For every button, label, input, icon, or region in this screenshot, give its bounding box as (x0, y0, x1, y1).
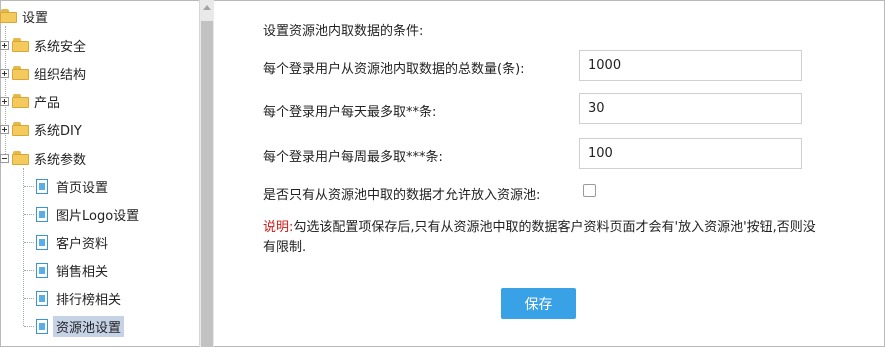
tree-connector (24, 270, 34, 271)
tree-connector (23, 168, 24, 326)
tree-connector (24, 326, 34, 327)
form-title: 设置资源池内取数据的条件: (263, 24, 424, 39)
expand-plus-icon[interactable] (0, 124, 9, 134)
tree-leaf[interactable]: 客户资料 (36, 230, 108, 254)
tree-node-folder[interactable]: 系统DIY (0, 117, 82, 141)
tree-node-folder-expanded[interactable]: 系统参数 (0, 146, 86, 170)
scroll-up-arrow-icon[interactable] (203, 5, 211, 10)
daily-max-label: 每个登录用户每天最多取**条: (263, 105, 437, 120)
tree-leaf-label: 销售相关 (56, 264, 109, 280)
settings-tree: 设置 系统安全 组织结构 产品 系统DIY 系统参数 首页设置 图片Logo设置… (0, 0, 199, 347)
tree-node-label: 设置 (22, 10, 49, 26)
folder-icon (12, 66, 30, 80)
tree-scrollbar[interactable] (199, 0, 214, 347)
folder-icon (12, 94, 30, 108)
page-icon (36, 318, 48, 334)
folder-icon (12, 38, 30, 52)
page-icon (36, 206, 48, 222)
expand-plus-icon[interactable] (0, 40, 9, 50)
only-from-pool-label: 是否只有从资源池中取的数据才允许放入资源池: (263, 188, 541, 203)
tree-connector (24, 186, 34, 187)
folder-icon (12, 122, 30, 136)
save-button[interactable]: 保存 (501, 288, 576, 319)
tree-leaf-label: 图片Logo设置 (56, 208, 140, 224)
tree-connector (24, 214, 34, 215)
weekly-max-label: 每个登录用户每周最多取***条: (263, 150, 443, 165)
note-body: 勾选该配置项保存后,只有从资源池中取的数据客户资料页面才会有'放入资源池'按钮,… (263, 220, 816, 255)
note-text: 说明:勾选该配置项保存后,只有从资源池中取的数据客户资料页面才会有'放入资源池'… (263, 218, 823, 258)
tree-node-label: 组织结构 (34, 67, 87, 83)
collapse-minus-icon[interactable] (0, 153, 9, 163)
total-quantity-input[interactable] (579, 50, 802, 81)
tree-node-folder[interactable]: 产品 (0, 89, 60, 113)
resource-pool-settings-form: 设置资源池内取数据的条件: 每个登录用户从资源池内取数据的总数量(条): 每个登… (213, 0, 884, 347)
page-icon (36, 178, 48, 194)
tree-leaf[interactable]: 销售相关 (36, 258, 108, 282)
expand-plus-icon[interactable] (0, 68, 9, 78)
expand-plus-icon[interactable] (0, 96, 9, 106)
tree-leaf[interactable]: 图片Logo设置 (36, 202, 139, 226)
tree-node-folder[interactable]: 系统安全 (0, 33, 86, 57)
tree-node-label: 系统参数 (34, 152, 87, 168)
tree-leaf[interactable]: 首页设置 (36, 174, 108, 198)
tree-node-label: 系统DIY (34, 123, 82, 139)
tree-node-label: 系统安全 (34, 39, 87, 55)
tree-leaf-label: 资源池设置 (53, 315, 125, 337)
page-icon (36, 290, 48, 306)
tree-connector (24, 242, 34, 243)
total-quantity-label: 每个登录用户从资源池内取数据的总数量(条): (263, 62, 525, 77)
tree-leaf[interactable]: 排行榜相关 (36, 286, 121, 310)
scrollbar-thumb[interactable] (201, 21, 213, 347)
tree-leaf-label: 排行榜相关 (56, 292, 122, 308)
folder-open-icon (0, 9, 18, 23)
folder-open-icon (12, 151, 30, 165)
tree-node-root[interactable]: 设置 (0, 4, 48, 28)
tree-connector (24, 298, 34, 299)
weekly-max-input[interactable] (579, 138, 802, 169)
only-from-pool-checkbox[interactable] (583, 184, 596, 197)
daily-max-input[interactable] (579, 93, 802, 124)
tree-node-label: 产品 (34, 95, 61, 111)
page-icon (36, 234, 48, 250)
tree-leaf-label: 客户资料 (56, 236, 109, 252)
note-prefix: 说明: (263, 220, 294, 235)
tree-leaf-label: 首页设置 (56, 180, 109, 196)
page-icon (36, 262, 48, 278)
tree-leaf-selected[interactable]: 资源池设置 (36, 314, 125, 338)
tree-node-folder[interactable]: 组织结构 (0, 61, 86, 85)
